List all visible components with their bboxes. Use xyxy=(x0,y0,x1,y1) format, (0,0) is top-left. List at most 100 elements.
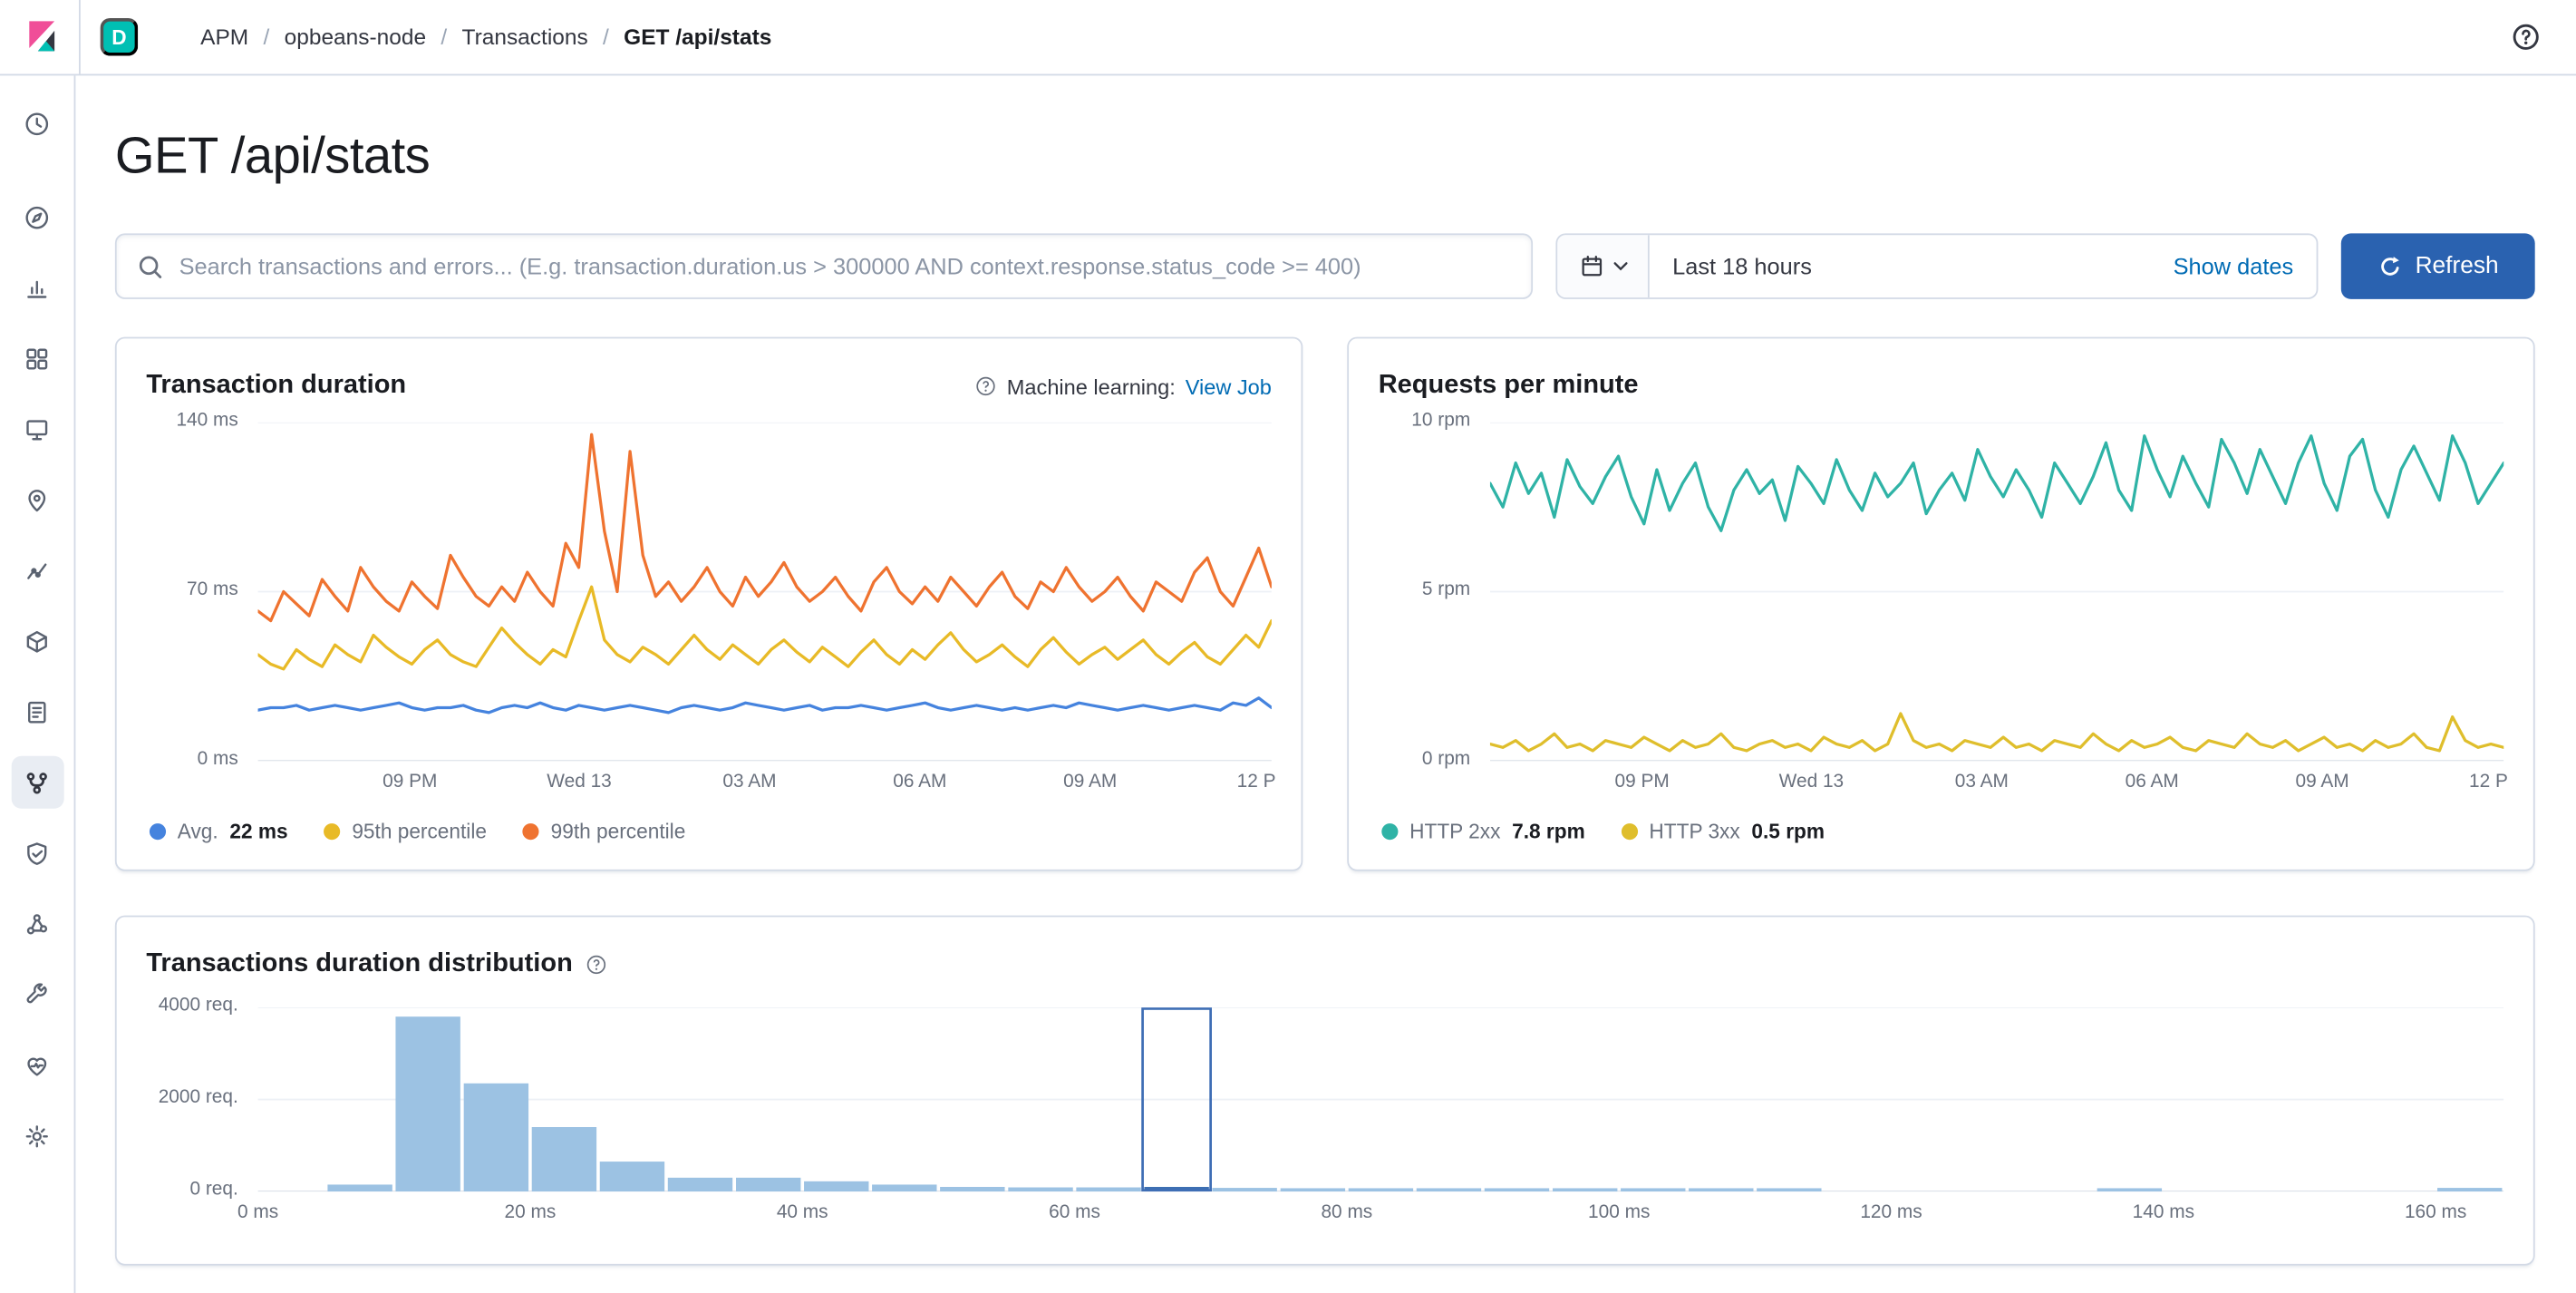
x-axis-label: 12 P xyxy=(2469,772,2508,792)
transactions-duration-distribution-plot[interactable] xyxy=(257,1007,2504,1192)
gear-icon xyxy=(25,1124,48,1147)
sidebar-item-maps[interactable] xyxy=(11,473,63,526)
refresh-button[interactable]: Refresh xyxy=(2340,233,2535,299)
panel-title: Transactions duration distribution xyxy=(146,949,573,978)
histogram-bar[interactable] xyxy=(2437,1188,2503,1192)
x-axis-label: 12 P xyxy=(1236,772,1276,792)
duration-distribution-chart[interactable]: 0 req. 2000 req. 4000 req. 0 ms 20 ms 40 ms 60… xyxy=(146,996,2504,1238)
help-button[interactable] xyxy=(2501,13,2550,62)
histogram-bar[interactable] xyxy=(1280,1188,1346,1192)
histogram-bar[interactable] xyxy=(1552,1188,1618,1192)
sidebar-item-management[interactable] xyxy=(11,1109,63,1162)
legend-label: HTTP 2xx xyxy=(1409,820,1501,843)
histogram-bar[interactable] xyxy=(531,1127,597,1192)
uptime-check-icon xyxy=(27,841,47,865)
map-pin-icon xyxy=(28,489,46,511)
legend-label: 95th percentile xyxy=(352,820,487,843)
question-circle-icon[interactable] xyxy=(974,374,997,397)
requests-per-minute-plot[interactable] xyxy=(1489,422,2504,762)
histogram-bar[interactable] xyxy=(804,1181,869,1192)
kibana-logo-icon xyxy=(28,21,54,52)
sidebar-item-apm[interactable] xyxy=(10,755,63,809)
legend-dot xyxy=(1621,823,1638,841)
legend-item-avg-[interactable]: Avg. 22 ms xyxy=(149,820,288,843)
time-range-value[interactable]: Last 18 hours xyxy=(1650,253,2151,279)
histogram-bar[interactable] xyxy=(1212,1188,1277,1192)
series-line-99th-percentile xyxy=(257,433,1272,623)
sidebar-item-uptime[interactable] xyxy=(11,827,63,880)
legend-label: Avg. xyxy=(177,820,218,843)
histogram-bar[interactable] xyxy=(395,1016,460,1192)
histogram-bar[interactable] xyxy=(1008,1187,1073,1192)
sidebar-item-recently-viewed[interactable] xyxy=(11,97,63,150)
legend-label: 99th percentile xyxy=(550,820,686,843)
histogram-bar[interactable] xyxy=(872,1184,937,1192)
histogram-bar[interactable] xyxy=(1348,1188,1414,1192)
space-badge[interactable]: D xyxy=(100,17,139,56)
calendar-menu-button[interactable] xyxy=(1557,235,1650,298)
sidebar-item-visualize[interactable] xyxy=(11,261,63,314)
clock-icon xyxy=(25,112,49,135)
refresh-icon xyxy=(2381,256,2400,275)
sidebar-item-graph[interactable] xyxy=(11,898,63,950)
x-axis-label: 06 AM xyxy=(2125,772,2179,792)
y-axis-label: 70 ms xyxy=(187,579,238,600)
view-job-link[interactable]: View Job xyxy=(1186,374,1272,398)
histogram-bar[interactable] xyxy=(667,1177,733,1192)
histogram-bar[interactable] xyxy=(940,1186,1005,1192)
breadcrumb-service[interactable]: opbeans-node xyxy=(248,24,426,49)
kibana-logo[interactable] xyxy=(20,11,63,63)
histogram-bar[interactable] xyxy=(1621,1188,1686,1192)
histogram-bar[interactable] xyxy=(1689,1188,1754,1192)
x-axis-label: 20 ms xyxy=(504,1202,557,1223)
duration-distribution-panel: Transactions duration distribution 0 req… xyxy=(114,915,2535,1266)
histogram-bar[interactable] xyxy=(1757,1188,1822,1192)
histogram-bar[interactable] xyxy=(1076,1187,1141,1192)
chevron-down-icon xyxy=(1612,262,1627,271)
histogram-bar[interactable] xyxy=(2097,1188,2163,1192)
x-axis-label: 09 AM xyxy=(1063,772,1118,792)
breadcrumb-apm[interactable]: APM xyxy=(200,24,248,49)
sidebar-item-canvas[interactable] xyxy=(11,403,63,455)
sidebar-item-dev-tools[interactable] xyxy=(11,968,63,1021)
legend-item-http-2xx[interactable]: HTTP 2xx 7.8 rpm xyxy=(1381,820,1585,843)
requests-per-minute-chart[interactable]: 0 rpm 5 rpm 10 rpm 09 PM Wed 13 03 AM 06 AM 09 … xyxy=(1379,411,2508,804)
toolbar: Last 18 hours Show dates Refresh xyxy=(114,233,2535,299)
legend-label: HTTP 3xx xyxy=(1649,820,1740,843)
requests-per-minute-panel: Requests per minute 0 rpm 5 rpm 10 rpm 09 P… xyxy=(1347,336,2535,871)
help-icon xyxy=(2512,24,2538,50)
question-circle-icon[interactable] xyxy=(584,953,606,976)
histogram-bar[interactable] xyxy=(463,1083,529,1192)
legend-item-http-3xx[interactable]: HTTP 3xx 0.5 rpm xyxy=(1621,820,1825,843)
bar-chart-icon xyxy=(27,279,47,297)
main-content: GET /api/stats Last 18 hours Show dates xyxy=(75,75,2576,1293)
y-axis-label: 0 req. xyxy=(189,1180,238,1201)
search-icon xyxy=(139,255,162,277)
transaction-duration-plot[interactable] xyxy=(257,422,1272,762)
sidebar-item-infrastructure[interactable] xyxy=(11,615,63,667)
transaction-duration-panel: Transaction duration Machine learning: V… xyxy=(114,336,1303,871)
histogram-bar[interactable] xyxy=(1484,1188,1550,1192)
legend-item-95th-percentile[interactable]: 95th percentile xyxy=(324,820,487,843)
sidebar-item-logs[interactable] xyxy=(11,685,63,738)
histogram-bar[interactable] xyxy=(599,1162,665,1192)
sidebar-item-monitoring[interactable] xyxy=(11,1039,63,1092)
show-dates-button[interactable]: Show dates xyxy=(2150,253,2316,279)
sidebar-item-discover[interactable] xyxy=(11,190,63,243)
machine-learning-icon xyxy=(27,562,47,578)
graph-nodes-icon xyxy=(26,913,48,934)
sidebar-item-machine-learning[interactable] xyxy=(11,544,63,597)
legend-item-99th-percentile[interactable]: 99th percentile xyxy=(522,820,686,843)
x-axis-label: 03 AM xyxy=(1954,772,2009,792)
x-axis-label: 100 ms xyxy=(1588,1202,1651,1223)
x-axis-label: 06 AM xyxy=(893,772,947,792)
search-input[interactable] xyxy=(179,253,1512,280)
sidebar-item-dashboard[interactable] xyxy=(11,332,63,384)
breadcrumb-transactions[interactable]: Transactions xyxy=(426,24,588,49)
histogram-bar[interactable] xyxy=(736,1177,801,1192)
transaction-duration-chart[interactable]: 0 ms 70 ms 140 ms 09 PM Wed 13 03 AM 06 AM 09 A… xyxy=(146,411,1275,804)
x-axis: 09 PM Wed 13 03 AM 06 AM 09 AM 12 P xyxy=(1490,772,2508,799)
histogram-bar[interactable] xyxy=(327,1184,392,1192)
histogram-bar[interactable] xyxy=(1416,1188,1482,1192)
y-axis-label: 4000 req. xyxy=(158,996,238,1016)
